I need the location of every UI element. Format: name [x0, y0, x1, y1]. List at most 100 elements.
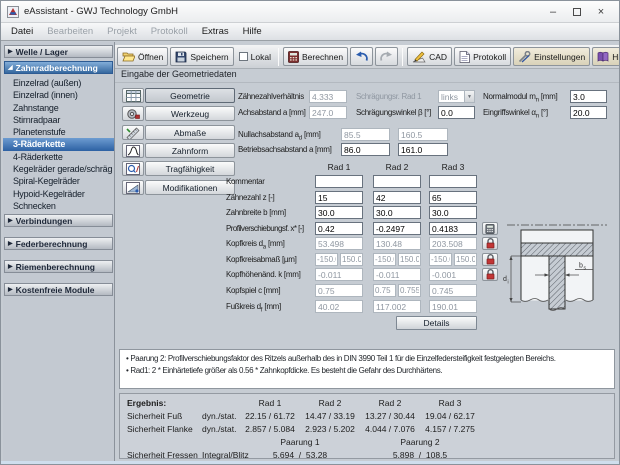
sidebar-header-kostenfreie-module[interactable]: ▶ Kostenfreie Module — [4, 283, 113, 297]
app-window: eAssistant - GWJ Technology GmbH – × Dat… — [0, 0, 620, 465]
menu-extras[interactable]: Extras — [195, 24, 236, 39]
title-bar: eAssistant - GWJ Technology GmbH – × — [1, 1, 619, 23]
app-icon — [7, 5, 19, 18]
tolerances-icon-button[interactable] — [122, 125, 144, 140]
sidebar-item-zahnstange[interactable]: Zahnstange — [3, 102, 114, 114]
kopfkreisabmass-rad2-min-field — [373, 253, 396, 266]
nav-abmasse-button[interactable]: Abmaße — [145, 125, 235, 140]
settings-button[interactable]: Einstellungen — [513, 47, 591, 66]
kopfhoehenaenderung-lock-button[interactable] — [482, 268, 498, 281]
cad-pencil-icon — [412, 50, 426, 62]
kopfspiel-rad3-field — [429, 284, 477, 297]
sidebar-item-schnecken[interactable]: Schnecken — [3, 200, 114, 212]
fuss-value-rad2: 14.47 / 33.19 — [305, 411, 355, 421]
tooth-profile-icon — [126, 144, 140, 157]
sidebar-item-spiral-kegelraeder[interactable]: Spiral-Kegelräder — [3, 175, 114, 187]
schraegungswinkel-field[interactable] — [438, 106, 475, 119]
protocol-button[interactable]: Protokoll — [454, 47, 512, 66]
zahnbreite-rad3-field[interactable] — [429, 206, 477, 219]
close-button[interactable]: × — [589, 3, 613, 20]
menu-datei[interactable]: Datei — [4, 24, 40, 39]
normalmodul-field[interactable] — [570, 90, 607, 103]
profilverschiebung-rad1-field[interactable] — [315, 222, 363, 235]
help-button[interactable]: Hilfe — [592, 47, 619, 66]
grid-icon — [125, 89, 141, 102]
sicherheit-fuss-sublabel: dyn./stat. — [202, 411, 237, 421]
cad-button[interactable]: CAD — [407, 47, 453, 66]
lock-icon — [486, 238, 494, 249]
minimize-button[interactable]: – — [541, 3, 565, 20]
sidebar-header-federberechnung[interactable]: ▶ Federberechnung — [4, 237, 113, 251]
zaehnezahl-rad2-field[interactable] — [373, 191, 421, 204]
zaehnezahlverhaeltnis-label: Zähnezahlverhältnis — [238, 92, 304, 101]
toothform-icon-button[interactable] — [122, 143, 144, 158]
sidebar-item-4-raederkette[interactable]: 4-Räderkette — [3, 151, 114, 163]
nullachsabstand-field-2 — [398, 128, 448, 141]
sidebar-item-kegelraeder[interactable]: Kegelräder gerade/schräg — [3, 163, 114, 175]
sidebar-header-riemenberechnung[interactable]: ▶ Riemenberechnung — [4, 260, 113, 274]
kopfkreisabmass-label: Kopfkreisabmaß [µm] — [226, 255, 297, 264]
sidebar-header-label: Welle / Lager — [15, 46, 68, 57]
results-col-header-3: Rad 2 — [378, 398, 402, 408]
betriebsachsabstand-label: Betriebsachsabstand a [mm] — [238, 145, 332, 154]
kopfkreis-rad1-field — [315, 237, 363, 250]
kommentar-rad2-field[interactable] — [373, 175, 421, 188]
zaehnezahl-rad1-field[interactable] — [315, 191, 363, 204]
nav-geometrie-button[interactable]: Geometrie — [145, 88, 235, 103]
sidebar-item-3-raederkette[interactable]: 3-Räderkette — [3, 138, 114, 151]
sidebar-header-zahnradberechnung[interactable]: ◢ Zahnradberechnung — [4, 61, 113, 74]
details-button[interactable]: Details — [396, 316, 477, 330]
betriebsachsabstand-field-2[interactable] — [398, 143, 448, 156]
menu-protokoll: Protokoll — [150, 26, 188, 37]
sidebar-item-hypoid-kegelraeder[interactable]: Hypoid-Kegelräder — [3, 188, 114, 200]
profilverschiebung-rad2-field[interactable] — [373, 222, 421, 235]
sidebar-header-label: Riemenberechnung — [15, 261, 95, 272]
tool-icon-button[interactable] — [122, 106, 144, 121]
profilverschiebung-rad3-field[interactable] — [429, 222, 477, 235]
results-col-header-1: Rad 1 — [258, 398, 282, 408]
save-button[interactable]: Speichern — [170, 47, 234, 66]
achsabstand-field — [309, 106, 347, 119]
undo-button[interactable] — [350, 47, 374, 66]
kopfkreisabmass-lock-button[interactable] — [482, 253, 498, 266]
maximize-button[interactable] — [565, 3, 589, 20]
sidebar-item-einzelrad-aussen[interactable]: Einzelrad (außen) — [3, 77, 114, 89]
calculate-button[interactable]: Berechnen — [282, 47, 349, 66]
betriebsachsabstand-field-1[interactable] — [341, 143, 390, 156]
results-title: Ergebnis: — [127, 398, 167, 408]
fuss-value-rad2b: 13.27 / 30.44 — [365, 411, 415, 421]
profilverschiebung-calculator-button[interactable] — [482, 222, 498, 235]
nav-tragfaehigkeit-button[interactable]: Tragfähigkeit — [145, 161, 235, 176]
nav-modifikationen-button[interactable]: Modifikationen — [145, 180, 235, 195]
sidebar-header-welle-lager[interactable]: ▶ Welle / Lager — [4, 45, 113, 58]
calculator-icon — [288, 50, 299, 63]
nav-werkzeug-button[interactable]: Werkzeug — [145, 106, 235, 121]
geometry-icon-button[interactable] — [122, 88, 144, 103]
loadcapacity-icon-button[interactable] — [122, 161, 144, 176]
nullachsabstand-field-1 — [341, 128, 390, 141]
sidebar-item-planetenstufe[interactable]: Planetenstufe — [3, 126, 114, 138]
modifications-icon-button[interactable] — [122, 180, 144, 195]
kopfkreis-label: Kopfkreis da [mm] — [226, 239, 285, 251]
sidebar-header-verbindungen[interactable]: ▶ Verbindungen — [4, 214, 113, 228]
flanke-value-rad3: 4.157 / 7.275 — [425, 424, 475, 434]
zahnbreite-rad2-field[interactable] — [373, 206, 421, 219]
kopfkreis-lock-button[interactable] — [482, 237, 498, 250]
sidebar-item-einzelrad-innen[interactable]: Einzelrad (innen) — [3, 89, 114, 101]
kommentar-rad3-field[interactable] — [429, 175, 477, 188]
kopfkreis-rad3-field — [429, 237, 477, 250]
kopfkreisabmass-rad3-min-field — [429, 253, 452, 266]
zaehnezahl-rad3-field[interactable] — [429, 191, 477, 204]
kommentar-rad1-field[interactable] — [315, 175, 363, 188]
chevron-right-icon: ▶ — [8, 286, 13, 293]
sidebar-item-stirnradpaar[interactable]: Stirnradpaar — [3, 114, 114, 126]
results-panel: Ergebnis: Rad 1 Rad 2 Rad 2 Rad 3 Sicher… — [119, 393, 615, 460]
local-checkbox[interactable]: Lokal — [236, 52, 274, 62]
eingriffswinkel-field[interactable] — [570, 106, 607, 119]
nav-zahnform-button[interactable]: Zahnform — [145, 143, 235, 158]
chevron-down-icon: ▼ — [464, 91, 474, 102]
menu-hilfe[interactable]: Hilfe — [236, 24, 269, 39]
zahnbreite-rad1-field[interactable] — [315, 206, 363, 219]
open-button[interactable]: Öffnen — [117, 47, 169, 66]
open-folder-icon — [122, 52, 135, 62]
